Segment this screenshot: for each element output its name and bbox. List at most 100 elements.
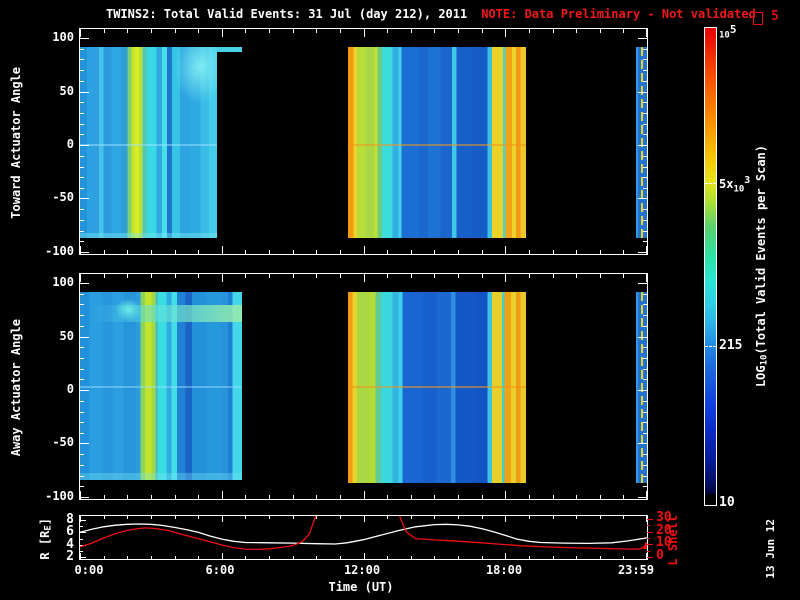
x-minor-tick bbox=[387, 495, 389, 499]
x-minor-tick bbox=[198, 495, 200, 499]
x-major-tick bbox=[363, 29, 365, 37]
y-tick bbox=[643, 465, 647, 466]
y-tick bbox=[647, 519, 653, 520]
x-minor-tick bbox=[387, 250, 389, 254]
away-panel-plot-area bbox=[80, 274, 647, 499]
y-tick bbox=[80, 379, 84, 381]
y-tick bbox=[643, 304, 647, 306]
x-minor-tick bbox=[245, 495, 247, 499]
x-minor-tick bbox=[410, 29, 412, 33]
strip-edge bbox=[636, 292, 638, 483]
x-major-tick bbox=[646, 29, 647, 37]
y-tick bbox=[647, 531, 653, 533]
y-tick bbox=[647, 557, 653, 558]
preliminary-note: NOTE: Data Preliminary - Not validated bbox=[481, 7, 756, 21]
y-tick bbox=[80, 209, 84, 211]
y-tick bbox=[643, 422, 647, 424]
x-major-tick bbox=[363, 246, 365, 254]
x-minor-tick bbox=[458, 250, 459, 254]
x-minor-tick bbox=[127, 274, 129, 278]
y-tick bbox=[643, 177, 647, 179]
y-tick bbox=[643, 102, 647, 104]
x-minor-tick bbox=[434, 274, 436, 278]
x-minor-tick bbox=[150, 250, 152, 254]
y-tick bbox=[80, 497, 89, 498]
heatmap-block bbox=[348, 47, 526, 238]
y-tick bbox=[80, 252, 89, 253]
colorbar-5e3-label: 5x103 bbox=[719, 175, 751, 195]
x-minor-tick bbox=[528, 29, 530, 33]
y-tick bbox=[80, 315, 84, 317]
x-minor-tick bbox=[623, 274, 625, 278]
x-minor-tick bbox=[103, 495, 105, 499]
x-minor-tick bbox=[576, 495, 578, 499]
x-major-tick bbox=[80, 29, 81, 37]
y-tick-label: 100 bbox=[52, 275, 74, 289]
away-panel bbox=[79, 273, 648, 500]
y-tick bbox=[643, 112, 647, 114]
y-tick bbox=[638, 38, 647, 39]
y-tick bbox=[80, 187, 84, 189]
y-tick bbox=[80, 230, 84, 232]
x-minor-tick bbox=[198, 29, 200, 33]
y-tick bbox=[80, 48, 84, 50]
y-tick bbox=[643, 155, 647, 157]
heatmap-overlay bbox=[80, 473, 242, 480]
y-tick bbox=[80, 283, 89, 284]
y-tick bbox=[643, 454, 647, 456]
y-tick bbox=[643, 59, 647, 61]
x-minor-tick bbox=[481, 29, 483, 33]
colorbar-dash-line bbox=[705, 346, 716, 347]
x-major-tick bbox=[80, 274, 81, 282]
x-minor-tick bbox=[150, 495, 152, 499]
y-tick bbox=[80, 155, 84, 157]
y-tick bbox=[80, 465, 84, 466]
heatmap-overlay bbox=[348, 385, 526, 388]
y-tick bbox=[80, 432, 84, 434]
x-major-tick bbox=[505, 491, 507, 499]
x-minor-tick bbox=[316, 250, 318, 254]
lshell-tick-label: 0 bbox=[656, 548, 664, 563]
away-axis-title: Away Actuator Angle bbox=[9, 318, 23, 457]
x-minor-tick bbox=[387, 29, 389, 33]
y-tick bbox=[80, 486, 84, 488]
y-tick-label: 50 bbox=[59, 329, 74, 343]
y-tick bbox=[80, 400, 84, 402]
y-tick bbox=[647, 550, 650, 552]
y-tick bbox=[643, 315, 647, 317]
y-tick bbox=[643, 486, 647, 488]
colorbar-10-label: 10 bbox=[719, 495, 735, 510]
x-tick-label: 6:00 bbox=[205, 563, 235, 577]
x-minor-tick bbox=[245, 29, 247, 33]
x-major-tick bbox=[646, 274, 647, 282]
y-tick bbox=[643, 293, 647, 295]
x-minor-tick bbox=[599, 495, 601, 499]
y-tick bbox=[80, 422, 84, 424]
y-tick bbox=[80, 38, 89, 39]
toward-panel bbox=[79, 28, 648, 255]
y-tick bbox=[80, 112, 84, 114]
colorbar bbox=[704, 27, 717, 506]
x-minor-tick bbox=[552, 29, 554, 33]
x-major-tick bbox=[221, 246, 223, 254]
x-major-tick bbox=[363, 274, 365, 282]
x-minor-tick bbox=[434, 29, 436, 33]
y-tick bbox=[80, 177, 84, 179]
y-tick bbox=[638, 497, 647, 498]
y-tick bbox=[80, 336, 89, 338]
y-tick bbox=[643, 357, 647, 359]
x-minor-tick bbox=[339, 29, 341, 33]
x-minor-tick bbox=[339, 250, 341, 254]
r-tick-label: 2 bbox=[66, 549, 74, 564]
y-tick bbox=[647, 544, 653, 546]
date-stamp: 13 Jun 12 bbox=[764, 519, 777, 579]
ephemeris-plot-area bbox=[80, 516, 653, 559]
x-minor-tick bbox=[387, 274, 389, 278]
x-minor-tick bbox=[528, 274, 530, 278]
y-tick bbox=[638, 443, 647, 445]
x-minor-tick bbox=[599, 274, 601, 278]
x-minor-tick bbox=[599, 250, 601, 254]
y-tick bbox=[80, 390, 89, 391]
twins2-spectrogram-figure: TWINS2: Total Valid Events: 31 Jul (day … bbox=[0, 0, 800, 600]
colorbar-215-label: 215 bbox=[719, 338, 743, 353]
